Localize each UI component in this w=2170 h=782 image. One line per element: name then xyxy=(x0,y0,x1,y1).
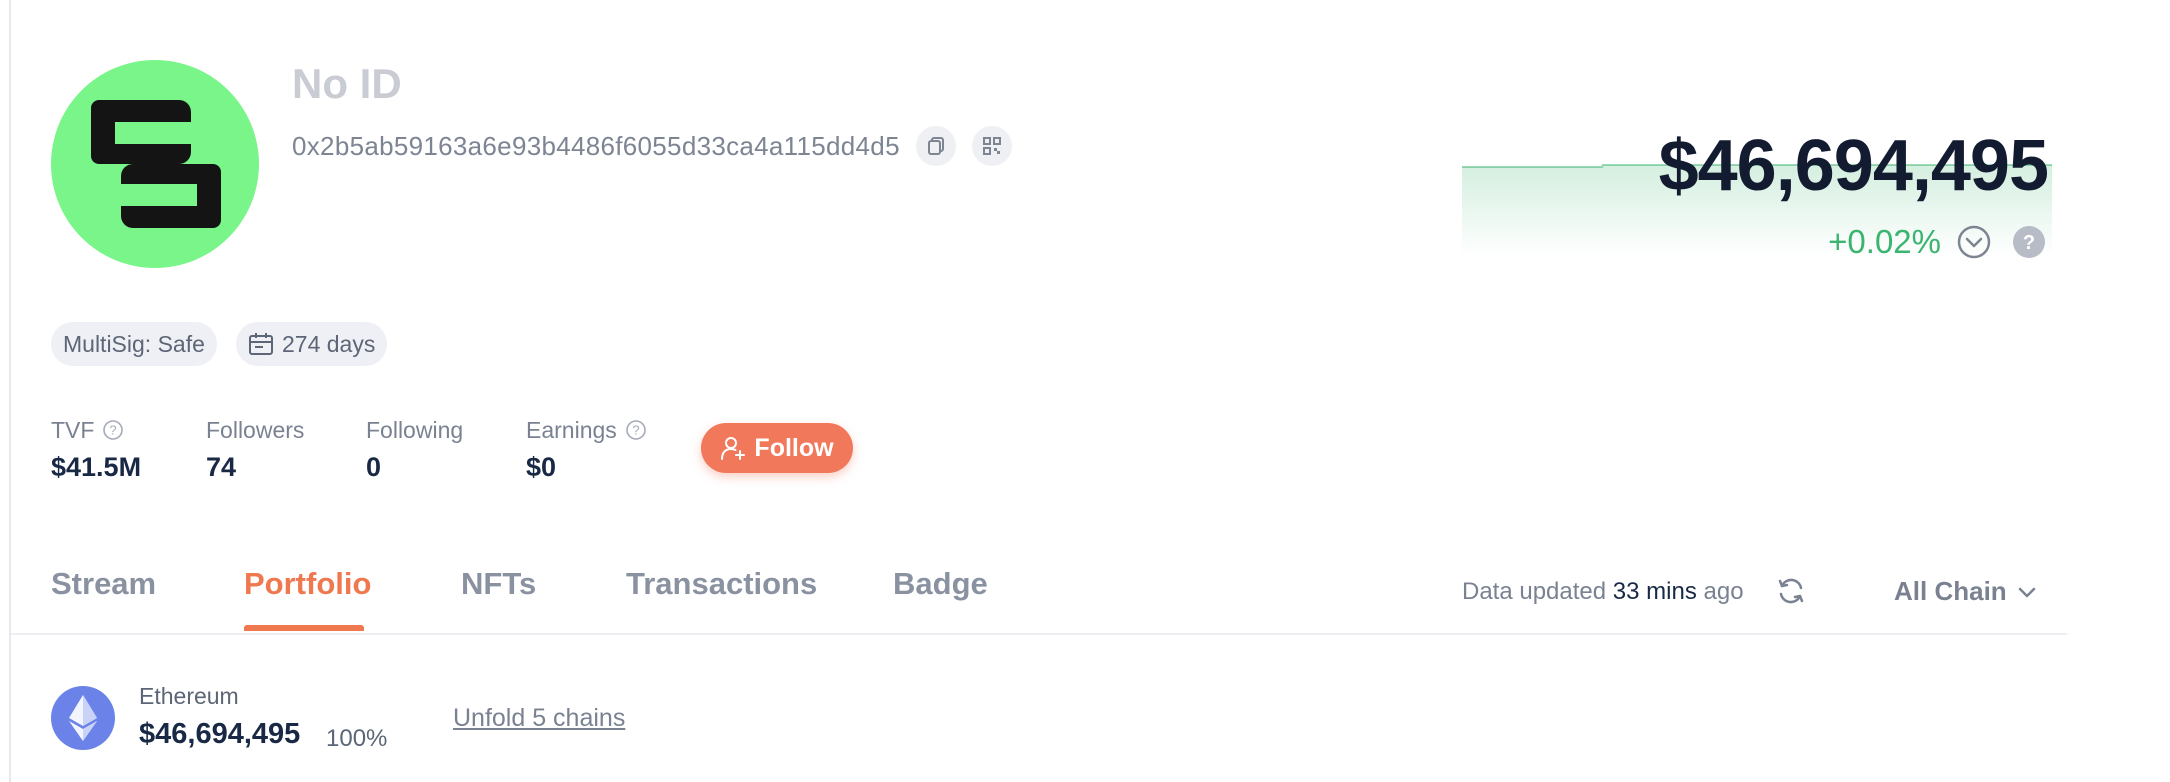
follow-button[interactable]: Follow xyxy=(701,423,853,473)
data-updated-prefix: Data updated xyxy=(1462,578,1607,605)
balance-change-row: +0.02% ? xyxy=(1828,222,2045,262)
active-tab-indicator xyxy=(244,625,364,631)
profile-id-label: No ID xyxy=(292,60,402,107)
qr-code-icon xyxy=(982,137,1001,155)
total-balance: $46,694,495 xyxy=(1658,126,2049,206)
question-icon[interactable]: ? xyxy=(625,419,647,441)
tvf-value: $41.5M xyxy=(51,452,142,482)
tab-portfolio[interactable]: Portfolio xyxy=(244,566,371,602)
copy-address-button[interactable] xyxy=(915,126,956,166)
chain-name: Ethereum xyxy=(139,683,239,709)
following-value: 0 xyxy=(366,452,382,482)
tab-stream[interactable]: Stream xyxy=(51,566,156,602)
chain-value: $46,694,495 xyxy=(139,718,301,750)
stat-followers[interactable]: Followers 74 xyxy=(206,416,304,483)
chain-filter-label: All Chain xyxy=(1894,576,2007,606)
copy-icon xyxy=(927,137,944,155)
multisig-tag-label: MultiSig: Safe xyxy=(63,330,205,357)
followers-value: 74 xyxy=(206,452,237,482)
data-updated-status: Data updated 33 mins ago xyxy=(1462,578,1744,606)
tab-badge[interactable]: Badge xyxy=(893,566,988,602)
stat-tvf: TVF ? $41.5M xyxy=(51,416,141,483)
tab-nfts[interactable]: NFTs xyxy=(461,566,536,602)
follow-button-label: Follow xyxy=(754,433,834,462)
tabs-divider xyxy=(11,633,2067,635)
chain-filter-dropdown[interactable]: All Chain xyxy=(1894,576,2037,607)
address-row: 0x2b5ab59163a6e93b4486f6055d33ca4a115dd4… xyxy=(292,126,1012,166)
account-age-label: 274 days xyxy=(282,330,376,357)
multisig-tag: MultiSig: Safe xyxy=(51,322,217,366)
calendar-icon xyxy=(249,333,273,355)
unfold-chains-link[interactable]: Unfold 5 chains xyxy=(453,704,625,733)
help-icon[interactable]: ? xyxy=(2013,226,2045,258)
svg-text:?: ? xyxy=(2023,232,2035,254)
stat-earnings: Earnings ? $0 xyxy=(526,416,647,483)
tab-transactions[interactable]: Transactions xyxy=(626,566,817,602)
qr-code-button[interactable] xyxy=(971,126,1012,166)
svg-text:?: ? xyxy=(110,423,117,438)
tvf-label: TVF xyxy=(51,416,95,443)
earnings-value: $0 xyxy=(526,452,557,482)
wallet-address: 0x2b5ab59163a6e93b4486f6055d33ca4a115dd4… xyxy=(292,130,900,161)
logo-avatar-icon xyxy=(51,60,259,268)
chevron-down-icon xyxy=(2018,587,2035,597)
chevron-down-circle-icon[interactable] xyxy=(1957,225,1991,259)
followers-label: Followers xyxy=(206,416,305,443)
stat-following[interactable]: Following 0 xyxy=(366,416,463,483)
left-border xyxy=(9,0,11,782)
chain-percent: 100% xyxy=(326,725,388,752)
balance-change: +0.02% xyxy=(1828,223,1941,260)
add-user-icon xyxy=(721,437,746,460)
following-label: Following xyxy=(366,416,464,443)
account-age-tag: 274 days xyxy=(236,322,388,366)
ethereum-icon xyxy=(51,686,115,750)
question-icon[interactable]: ? xyxy=(102,419,124,441)
svg-text:?: ? xyxy=(632,423,639,438)
earnings-label: Earnings xyxy=(526,416,617,443)
data-updated-time: 33 mins xyxy=(1612,578,1697,605)
refresh-icon[interactable] xyxy=(1776,576,1806,606)
data-updated-suffix: ago xyxy=(1703,578,1744,605)
